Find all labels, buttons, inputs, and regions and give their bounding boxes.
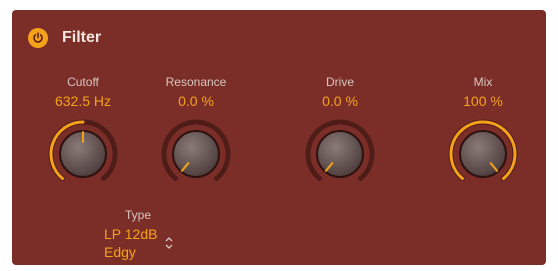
drive-label: Drive [325, 75, 354, 89]
mix-value[interactable]: 100 % [433, 93, 533, 109]
power-icon [33, 32, 43, 43]
cutoff-label: Cutoff [67, 75, 99, 89]
knob-body [459, 130, 507, 178]
type-selector[interactable]: LP 12dB Edgy [104, 225, 157, 261]
knob-body [316, 130, 364, 178]
knob-body [172, 130, 220, 178]
drive-value[interactable]: 0.0 % [290, 93, 390, 109]
type-value-line2: Edgy [104, 244, 136, 260]
mix-knob[interactable] [445, 116, 521, 192]
mix-label: Mix [473, 75, 493, 89]
cutoff-knob[interactable] [45, 116, 121, 192]
power-button[interactable] [28, 28, 48, 48]
resonance-knob[interactable] [158, 116, 234, 192]
type-value-line1: LP 12dB [104, 226, 158, 242]
plugin-title: Filter [62, 29, 102, 46]
resonance-label: Resonance [165, 75, 227, 89]
up-down-chevron-icon[interactable] [164, 236, 174, 250]
type-label: Type [124, 208, 151, 222]
drive-knob[interactable] [302, 116, 378, 192]
cutoff-value[interactable]: 632.5 Hz [33, 93, 133, 109]
resonance-value[interactable]: 0.0 % [146, 93, 246, 109]
